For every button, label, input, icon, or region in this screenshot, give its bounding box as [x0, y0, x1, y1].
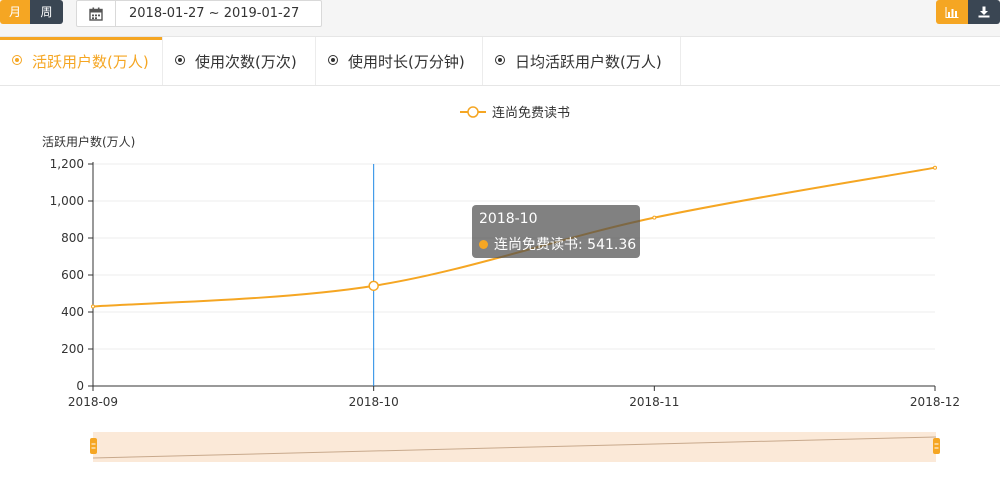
y-axis-title: 活跃用户数(万人): [42, 134, 135, 149]
x-axis: 2018-09 2018-10 2018-11 2018-12: [68, 385, 960, 409]
month-toggle-button[interactable]: 月: [0, 0, 30, 24]
week-toggle-button[interactable]: 周: [30, 0, 63, 24]
y-tick-label: 1,200: [50, 157, 84, 171]
tab-label: 日均活跃用户数(万人): [515, 53, 662, 71]
tab-label: 使用时长(万分钟): [348, 53, 465, 71]
x-tick-label: 2018-10: [349, 395, 399, 409]
tab-usage-count[interactable]: 使用次数(万次): [163, 37, 316, 85]
y-tick-label: 600: [61, 268, 84, 282]
tab-daily-active-users[interactable]: 日均活跃用户数(万人): [483, 37, 681, 85]
tab-usage-duration[interactable]: 使用时长(万分钟): [316, 37, 483, 85]
legend-marker: [467, 106, 479, 118]
chart-tooltip: 2018-10 连尚免费读书: 541.36: [472, 205, 640, 258]
data-zoom-slider[interactable]: [90, 432, 940, 462]
date-range-text: 2018-01-27 ~ 2019-01-27: [129, 6, 300, 21]
radio-dot-icon: [495, 55, 505, 65]
data-point[interactable]: [933, 165, 937, 170]
download-icon[interactable]: [968, 0, 1000, 24]
radio-dot-icon: [175, 55, 185, 65]
tooltip-series-name: 连尚免费读书: [494, 237, 578, 253]
tab-label: 活跃用户数(万人): [32, 53, 149, 71]
y-tick-label: 400: [61, 305, 84, 319]
legend-label: 连尚免费读书: [492, 105, 570, 121]
date-range-picker[interactable]: 2018-01-27 ~ 2019-01-27: [76, 0, 322, 27]
x-tick-label: 2018-11: [629, 395, 679, 409]
tooltip-value: 541.36: [587, 237, 637, 253]
line-chart: 连尚免费读书 活跃用户数(万人) 0 200 400 600 800 1,000 1,200…: [42, 105, 960, 462]
tooltip-title: 2018-10: [479, 211, 538, 227]
calendar-icon[interactable]: [77, 1, 116, 26]
y-axis: 0 200 400 600 800 1,000 1,200: [50, 157, 94, 393]
zoom-left-handle[interactable]: [90, 438, 97, 454]
tab-active-users[interactable]: 活跃用户数(万人): [0, 37, 163, 85]
zoom-right-handle[interactable]: [933, 438, 940, 454]
highlighted-data-point[interactable]: [368, 280, 379, 292]
radio-dot-icon: [12, 55, 22, 65]
y-tick-label: 0: [76, 379, 84, 393]
tooltip-series-dot: [479, 240, 488, 249]
y-tick-label: 800: [61, 231, 84, 245]
x-tick-label: 2018-09: [68, 395, 118, 409]
metric-tabs: 活跃用户数(万人) 使用次数(万次) 使用时长(万分钟) 日均活跃用户数(万人): [0, 37, 1000, 86]
top-toolbar: 月 周 2018-01-27 ~ 2019-01-27: [0, 0, 1000, 37]
data-point[interactable]: [91, 304, 95, 309]
radio-dot-icon: [328, 55, 338, 65]
tooltip-row: 连尚免费读书: 541.36: [479, 234, 636, 254]
chart-legend[interactable]: 连尚免费读书: [460, 105, 570, 121]
y-tick-label: 1,000: [50, 194, 84, 208]
tab-label: 使用次数(万次): [195, 53, 297, 71]
x-tick-label: 2018-12: [910, 395, 960, 409]
bar-chart-icon[interactable]: [936, 0, 968, 24]
y-tick-label: 200: [61, 342, 84, 356]
data-point[interactable]: [652, 215, 657, 220]
